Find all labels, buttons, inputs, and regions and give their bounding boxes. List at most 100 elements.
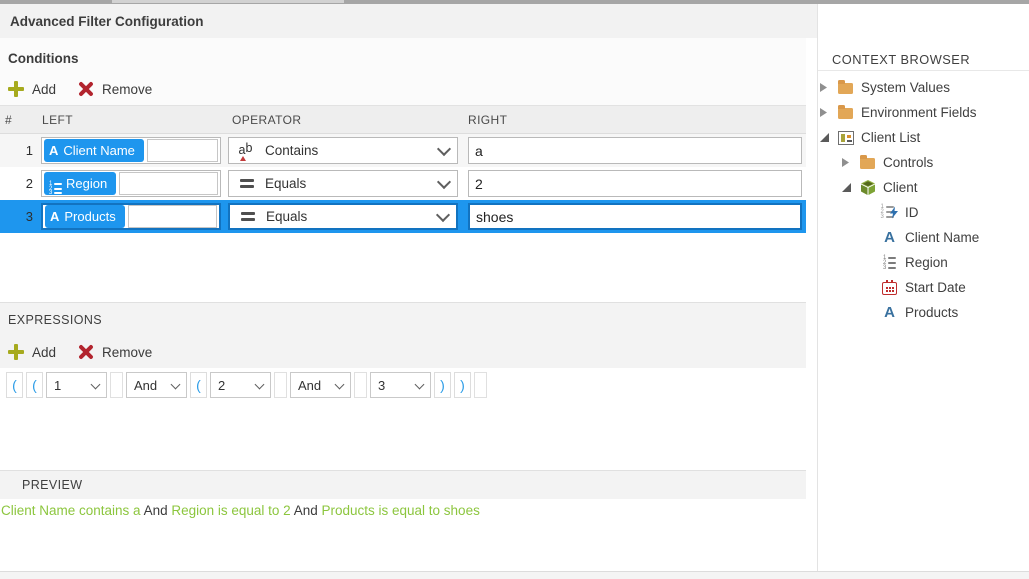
- chevron-down-icon: [255, 379, 265, 389]
- field-chip[interactable]: Region: [44, 172, 116, 195]
- tree-expanded-arrow-icon[interactable]: [842, 183, 851, 192]
- expression-paren: (: [26, 372, 43, 398]
- contains-icon: ab: [239, 144, 256, 158]
- tree-item-id[interactable]: ID: [818, 200, 1029, 225]
- tree-item-label: Products: [905, 305, 958, 320]
- operator-label: Contains: [265, 143, 431, 158]
- condition-left-cell[interactable]: A Client Name: [41, 137, 221, 164]
- tree-collapsed-arrow-icon[interactable]: [820, 83, 827, 92]
- right-value-input[interactable]: [469, 171, 801, 196]
- folder-icon: [838, 108, 853, 119]
- chevron-down-icon: [437, 174, 451, 188]
- id-icon: [881, 206, 899, 219]
- expressions-remove-button[interactable]: Remove: [78, 345, 152, 360]
- list-view-icon: [838, 131, 854, 145]
- text-field-icon: A: [50, 209, 59, 224]
- preview-segment: And: [291, 503, 322, 518]
- expression-select[interactable]: 3: [370, 372, 431, 398]
- conditions-toolbar: Add Remove: [8, 79, 152, 99]
- tree-item-region[interactable]: Region: [818, 250, 1029, 275]
- add-icon: [8, 344, 24, 360]
- page-title: Advanced Filter Configuration: [10, 14, 204, 29]
- expression-select-value: And: [298, 378, 321, 393]
- condition-row-number: 1: [0, 143, 38, 158]
- condition-row[interactable]: 1 A Client Name ab Contains: [0, 134, 806, 167]
- expression-paren: (: [190, 372, 207, 398]
- field-chip-label: Products: [64, 209, 115, 224]
- operator-label: Equals: [265, 176, 431, 191]
- column-header-number: #: [5, 113, 12, 127]
- tree-collapsed-arrow-icon[interactable]: [842, 158, 849, 167]
- condition-row[interactable]: 3 A Products Equals: [0, 200, 806, 233]
- folder-icon: [838, 83, 853, 94]
- column-header-left: LEFT: [42, 113, 73, 127]
- expression-paren: ): [454, 372, 471, 398]
- condition-right-cell[interactable]: [468, 137, 802, 164]
- chevron-down-icon: [171, 379, 181, 389]
- expression-select-value: And: [134, 378, 157, 393]
- tree-expanded-arrow-icon[interactable]: [820, 133, 829, 142]
- tree-item-products[interactable]: A Products: [818, 300, 1029, 325]
- expressions-add-button[interactable]: Add: [8, 344, 56, 360]
- operator-select[interactable]: Equals: [228, 203, 458, 230]
- field-chip[interactable]: A Products: [45, 205, 125, 228]
- tree-item-label: ID: [905, 205, 919, 220]
- condition-rows: 1 A Client Name ab Contains 2 Region: [0, 134, 806, 233]
- preview-section-label: PREVIEW: [22, 478, 82, 492]
- tree-item-label: Environment Fields: [861, 105, 977, 120]
- tree-item-label: Controls: [883, 155, 933, 170]
- tree-item-start-date[interactable]: Start Date: [818, 275, 1029, 300]
- condition-row[interactable]: 2 Region Equals: [0, 167, 806, 200]
- chevron-down-icon: [91, 379, 101, 389]
- left-value-input[interactable]: [147, 139, 218, 162]
- add-icon: [8, 81, 24, 97]
- expression-spacer-cell: [474, 372, 487, 398]
- preview-segment: Region is equal to 2: [171, 503, 290, 518]
- tree-item-client[interactable]: Client: [818, 175, 1029, 200]
- left-value-input[interactable]: [119, 172, 218, 195]
- equals-icon: [241, 212, 255, 221]
- expression-select[interactable]: 1: [46, 372, 107, 398]
- operator-select[interactable]: Equals: [228, 170, 458, 197]
- tree-item-client-list[interactable]: Client List: [818, 125, 1029, 150]
- tree-item-label: Start Date: [905, 280, 966, 295]
- condition-left-cell[interactable]: Region: [41, 170, 221, 197]
- tree-item-system-values[interactable]: System Values: [818, 75, 1029, 100]
- tree-item-environment-fields[interactable]: Environment Fields: [818, 100, 1029, 125]
- left-value-input[interactable]: [128, 205, 217, 228]
- conditions-table-header: # LEFT OPERATOR RIGHT: [0, 105, 806, 134]
- expression-spacer-cell: [354, 372, 367, 398]
- remove-icon: [78, 345, 94, 360]
- text-field-icon: A: [884, 305, 895, 320]
- right-value-input[interactable]: [470, 205, 800, 228]
- conditions-remove-button[interactable]: Remove: [78, 82, 152, 97]
- expression-spacer-cell: [110, 372, 123, 398]
- condition-left-cell[interactable]: A Products: [41, 203, 221, 230]
- field-chip[interactable]: A Client Name: [44, 139, 144, 162]
- preview-segment: Client Name contains a: [1, 503, 141, 518]
- preview-segment: Products is equal to shoes: [321, 503, 479, 518]
- tree-item-label: Client: [883, 180, 918, 195]
- preview-segment: And: [141, 503, 172, 518]
- expression-builder-row: ((1And(2And3)): [6, 372, 487, 398]
- condition-right-cell[interactable]: [468, 170, 802, 197]
- calendar-icon: [882, 282, 897, 295]
- column-header-right: RIGHT: [468, 113, 507, 127]
- field-chip-label: Client Name: [63, 143, 135, 158]
- dialog-title-bar: Advanced Filter Configuration: [0, 4, 817, 38]
- tree-item-controls[interactable]: Controls: [818, 150, 1029, 175]
- condition-row-number: 2: [0, 176, 38, 191]
- tree-collapsed-arrow-icon[interactable]: [820, 108, 827, 117]
- context-browser-tree: System Values Environment Fields Client …: [818, 75, 1029, 325]
- expression-select[interactable]: 2: [210, 372, 271, 398]
- condition-right-cell[interactable]: [468, 203, 802, 230]
- preview-header-band: [0, 470, 806, 499]
- right-value-input[interactable]: [469, 138, 801, 163]
- conditions-add-button[interactable]: Add: [8, 81, 56, 97]
- expressions-toolbar: Add Remove: [8, 342, 152, 362]
- expression-select[interactable]: And: [126, 372, 187, 398]
- operator-select[interactable]: ab Contains: [228, 137, 458, 164]
- expression-select[interactable]: And: [290, 372, 351, 398]
- tree-item-client-name[interactable]: A Client Name: [818, 225, 1029, 250]
- context-browser-title: CONTEXT BROWSER: [832, 52, 970, 67]
